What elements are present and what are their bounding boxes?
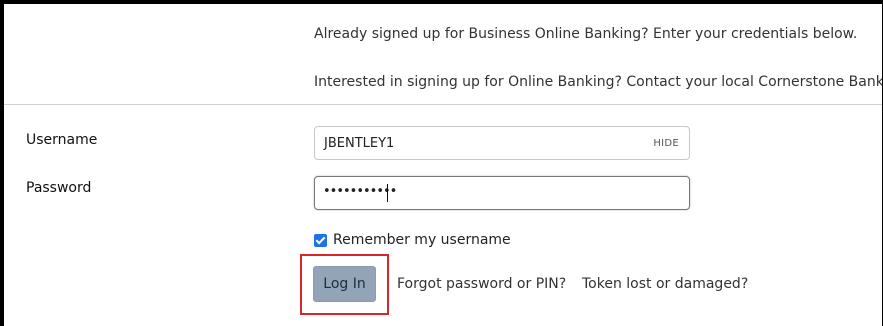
signup-info: Interested in signing up for Online Bank… [314,74,882,90]
password-field[interactable]: ••••••••••• [314,176,690,210]
remember-label: Remember my username [333,232,511,248]
username-field[interactable]: JBENTLEY1 HIDE [314,126,690,160]
username-value: JBENTLEY1 [324,136,395,151]
password-label: Password [26,180,92,196]
username-label: Username [26,132,98,148]
hide-username-toggle[interactable]: HIDE [653,138,679,149]
token-lost-link[interactable]: Token lost or damaged? [582,276,748,292]
text-caret [387,184,388,202]
existing-user-info: Already signed up for Business Online Ba… [314,26,858,42]
remember-username[interactable]: Remember my username [314,232,511,248]
remember-checkbox[interactable] [314,233,327,247]
login-panel: Already signed up for Business Online Ba… [4,4,882,326]
password-masked-value: ••••••••••• [323,184,397,199]
divider [4,104,882,105]
forgot-password-link[interactable]: Forgot password or PIN? [397,276,566,292]
login-button[interactable]: Log In [313,266,376,302]
